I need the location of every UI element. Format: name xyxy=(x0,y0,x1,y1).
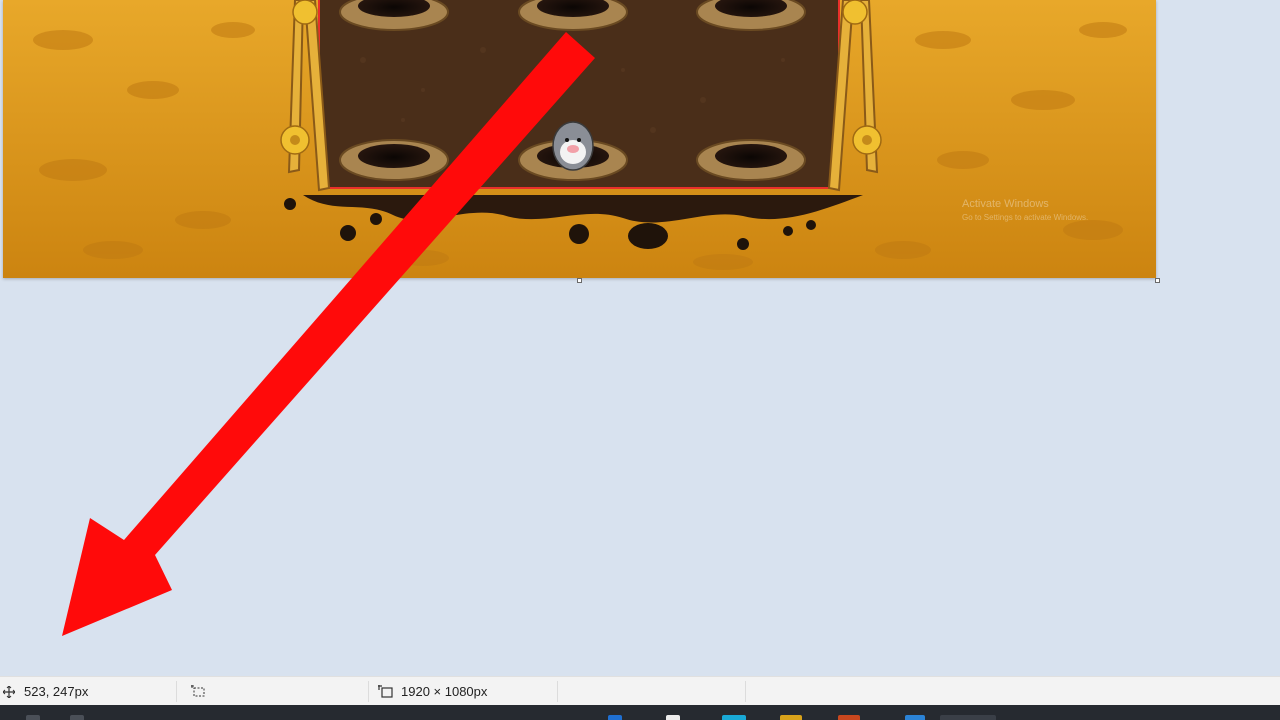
red-arrow-annotation[interactable] xyxy=(0,0,1280,676)
status-divider xyxy=(368,681,369,702)
taskview-icon[interactable] xyxy=(666,715,680,720)
search-icon[interactable] xyxy=(70,715,84,720)
paint-app-icon[interactable] xyxy=(940,715,996,720)
app-icon[interactable] xyxy=(722,715,746,720)
status-bar: 523, 247px 1920 × 1080px xyxy=(0,676,1280,706)
status-divider xyxy=(176,681,177,702)
app-icon[interactable] xyxy=(905,715,925,720)
image-size-text: 1920 × 1080px xyxy=(401,684,488,699)
cursor-position-text: 523, 247px xyxy=(24,684,89,699)
selection-size-section xyxy=(191,677,207,706)
image-size-icon xyxy=(378,684,393,698)
app-icon[interactable] xyxy=(838,715,860,720)
status-divider xyxy=(745,681,746,702)
file-explorer-icon[interactable] xyxy=(780,715,802,720)
selection-size-icon xyxy=(191,684,205,696)
move-cursor-icon xyxy=(3,685,15,698)
edge-browser-icon[interactable] xyxy=(608,715,622,720)
cursor-position-section: 523, 247px xyxy=(3,677,88,706)
image-size-section: 1920 × 1080px xyxy=(378,677,487,706)
status-divider xyxy=(557,681,558,702)
windows-taskbar[interactable] xyxy=(0,705,1280,720)
start-icon[interactable] xyxy=(26,715,40,720)
